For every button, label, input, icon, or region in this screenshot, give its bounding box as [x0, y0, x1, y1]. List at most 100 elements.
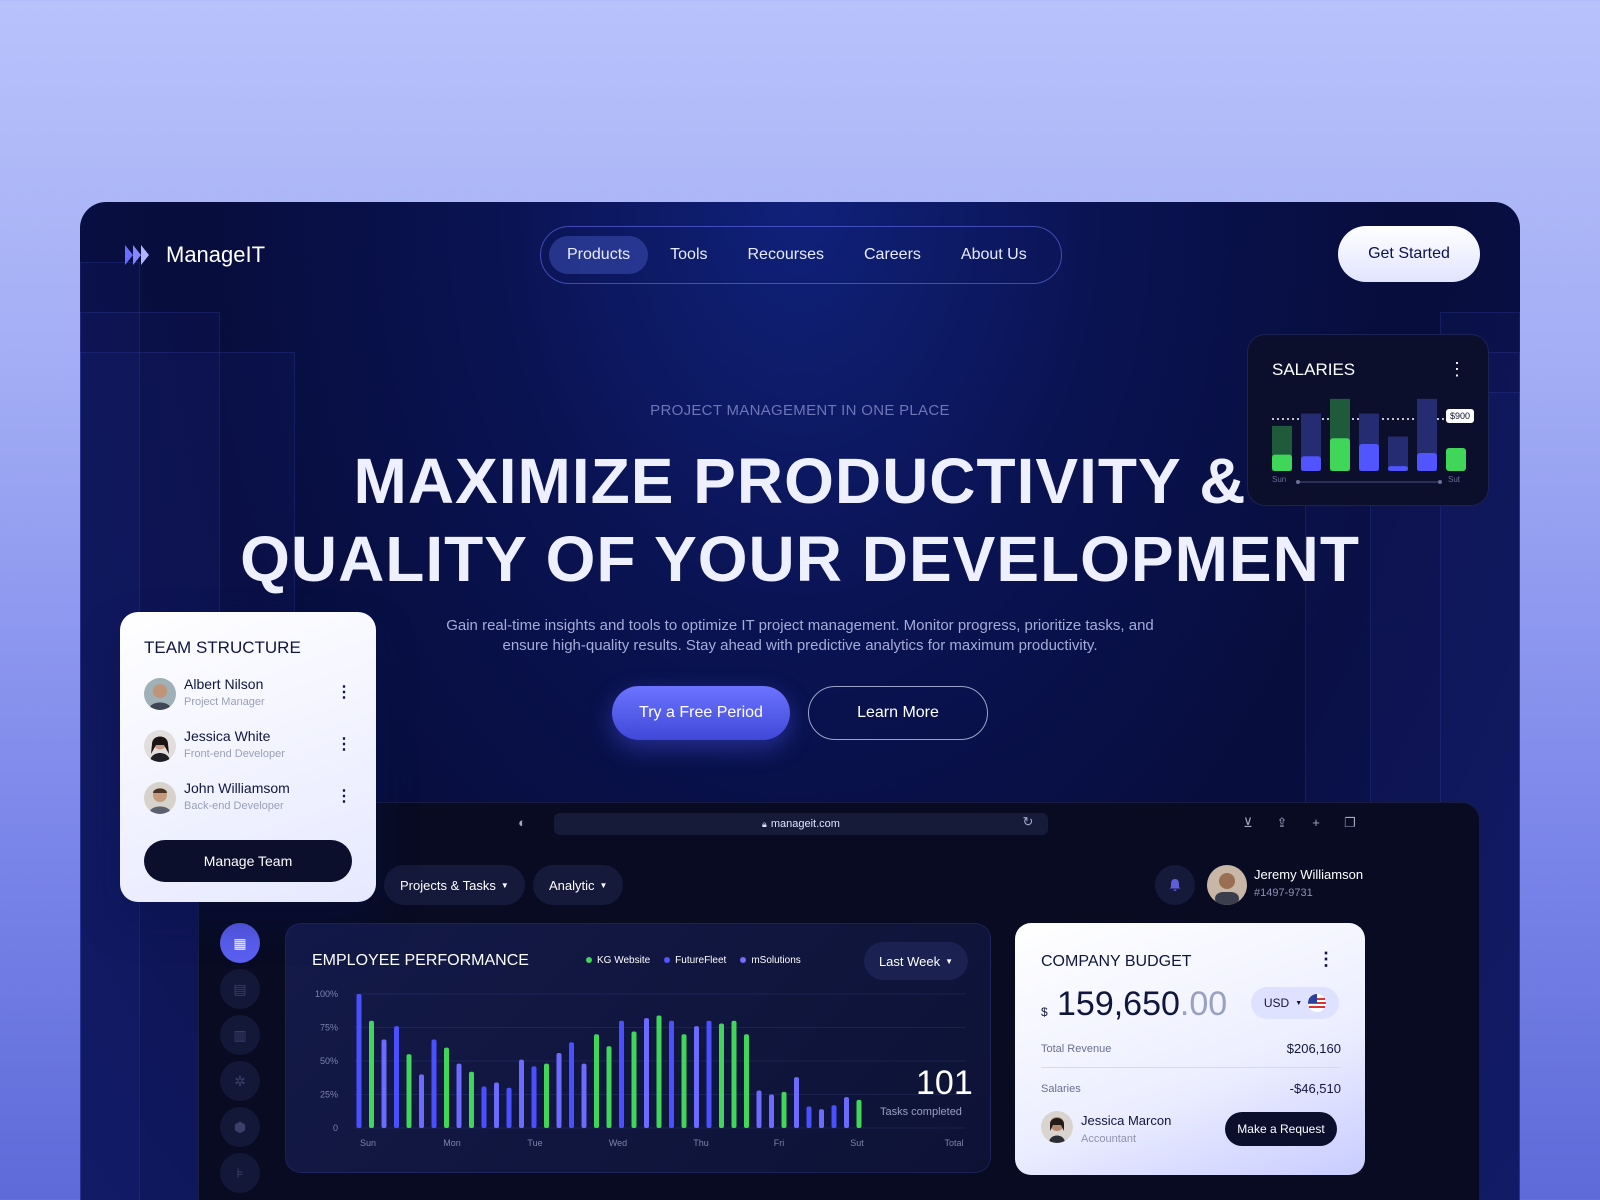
company-budget-card: COMPANY BUDGET ⋮ $ 159,650.00 USD ▼ Tota… [1015, 923, 1365, 1175]
salaries-label: Salaries [1041, 1083, 1081, 1095]
performance-bar [794, 1077, 799, 1128]
nav-item-about[interactable]: About Us [943, 236, 1045, 274]
performance-bar [669, 1020, 674, 1128]
performance-bar [369, 1020, 374, 1128]
user-id: #1497-9731 [1254, 887, 1313, 899]
chevron-down-icon: ▼ [1295, 999, 1303, 1007]
salary-bar [1446, 448, 1466, 471]
manage-team-button[interactable]: Manage Team [144, 840, 352, 882]
notification-bell-icon[interactable] [1155, 865, 1195, 905]
tasks-completed-label: Tasks completed [880, 1106, 962, 1118]
dashboard-preview: ◐ 🔒︎ manageit.com ↻ ⊻ ⇪ + ❐ Projects & T… [198, 802, 1480, 1200]
x-tick-label: Thu [693, 1138, 709, 1148]
more-icon[interactable]: ⋮ [336, 786, 352, 806]
chevron-down-icon: ▼ [500, 880, 509, 890]
x-tick-label: Mon [443, 1138, 461, 1148]
performance-bar [744, 1034, 749, 1128]
tab-analytic[interactable]: Analytic ▼ [533, 865, 624, 905]
axis-handle [1296, 480, 1300, 484]
performance-chart: 100% 75% 50% 25% 0 Sun Mon Tue Wed Thu Fri Sut Total [315, 989, 966, 1148]
more-icon[interactable]: ⋮ [336, 682, 352, 702]
nav-item-tools[interactable]: Tools [652, 236, 725, 274]
get-started-button[interactable]: Get Started [1338, 226, 1480, 282]
x-tick-label: Total [944, 1138, 963, 1148]
performance-bar [706, 1020, 712, 1128]
nav-item-resources[interactable]: Recourses [730, 236, 842, 274]
x-tick-label: Fri [774, 1138, 785, 1148]
avatar [1041, 1111, 1073, 1143]
amount-decimal: .00 [1179, 985, 1228, 1023]
brand-logo[interactable]: ManageIT [124, 242, 265, 268]
y-tick-label: 50% [320, 1056, 338, 1066]
nav-item-products[interactable]: Products [549, 236, 649, 274]
more-icon[interactable]: ⋮ [336, 734, 352, 754]
performance-bar [419, 1074, 424, 1128]
accountant-role: Accountant [1081, 1133, 1137, 1145]
folder-icon[interactable]: ▤ [220, 969, 260, 1009]
list-item[interactable]: John Williamsom Back-end Developer ⋮ [144, 778, 352, 818]
team-icon[interactable]: ✲ [220, 1061, 260, 1101]
performance-bar [606, 1046, 612, 1128]
performance-bar [619, 1020, 624, 1128]
team-title: TEAM STRUCTURE [144, 638, 301, 657]
calendar-icon[interactable]: ▥ [220, 1015, 260, 1055]
performance-bar [844, 1097, 849, 1128]
reload-icon[interactable]: ↻ [1019, 814, 1037, 832]
divider [1041, 1067, 1341, 1068]
salary-bar [1272, 454, 1292, 471]
list-item[interactable]: Albert Nilson Project Manager ⋮ [144, 674, 352, 714]
salaries-card: SALARIES ⋮ $900 Sun Sut [1247, 334, 1489, 506]
make-request-button[interactable]: Make a Request [1225, 1112, 1337, 1146]
currency-symbol: $ [1041, 1005, 1048, 1019]
performance-bar [494, 1082, 499, 1128]
performance-bar [356, 994, 362, 1128]
y-tick-label: 25% [320, 1090, 338, 1100]
performance-bar [856, 1099, 862, 1128]
subtitle-line-2: ensure high-quality results. Stay ahead … [502, 637, 1098, 654]
dashboard-sidebar: ▦ ▤ ▥ ✲ ⬢ ⊧ [219, 923, 261, 1200]
list-item[interactable]: Jessica White Front-end Developer ⋮ [144, 726, 352, 766]
salary-bar [1359, 443, 1379, 471]
shield-icon: ◐ [518, 815, 526, 830]
chevron-down-icon: ▼ [599, 880, 608, 890]
salary-bar [1330, 438, 1350, 471]
performance-bar [781, 1091, 787, 1128]
nav-item-careers[interactable]: Careers [846, 236, 939, 274]
performance-bar [644, 1018, 649, 1128]
member-name: Jessica White [184, 728, 271, 744]
y-tick-label: 75% [320, 1023, 338, 1033]
avatar[interactable] [1207, 865, 1247, 905]
try-free-button[interactable]: Try a Free Period [612, 686, 790, 740]
salary-bar [1301, 456, 1321, 471]
currency-select[interactable]: USD ▼ [1251, 987, 1339, 1019]
box-icon[interactable]: ⬢ [220, 1107, 260, 1147]
new-tab-icon[interactable]: + [1307, 815, 1325, 833]
grid-icon[interactable]: ▦ [220, 923, 260, 963]
subtitle-line-1: Gain real-time insights and tools to opt… [446, 617, 1154, 634]
axis-handle [1438, 480, 1442, 484]
url-bar[interactable]: 🔒︎ manageit.com [554, 813, 1048, 835]
salary-bar-background [1388, 436, 1408, 471]
learn-more-button[interactable]: Learn More [808, 686, 988, 740]
performance-bar [556, 1052, 562, 1128]
member-name: John Williamsom [184, 780, 290, 796]
performance-bar [544, 1063, 549, 1128]
tab-projects-tasks[interactable]: Projects & Tasks ▼ [384, 865, 525, 905]
x-tick-label: Wed [609, 1138, 627, 1148]
performance-bar [719, 1023, 724, 1128]
member-name: Albert Nilson [184, 676, 264, 692]
hierarchy-icon[interactable]: ⊧ [220, 1153, 260, 1193]
performance-bar [731, 1020, 737, 1128]
performance-bar [406, 1054, 412, 1128]
share-icon[interactable]: ⇪ [1273, 815, 1291, 833]
more-icon[interactable]: ⋮ [1317, 949, 1335, 970]
download-icon[interactable]: ⊻ [1239, 815, 1257, 833]
performance-bar [681, 1034, 687, 1128]
us-flag-icon [1308, 994, 1327, 1012]
landing-page: ManageIT Products Tools Recourses Career… [80, 202, 1520, 1200]
tabs-icon[interactable]: ❐ [1341, 815, 1359, 833]
performance-bar [569, 1042, 574, 1128]
performance-bar [806, 1106, 812, 1128]
headline-line-2: QUALITY OF YOUR DEVELOPMENT [240, 523, 1360, 595]
member-role: Back-end Developer [184, 800, 284, 812]
